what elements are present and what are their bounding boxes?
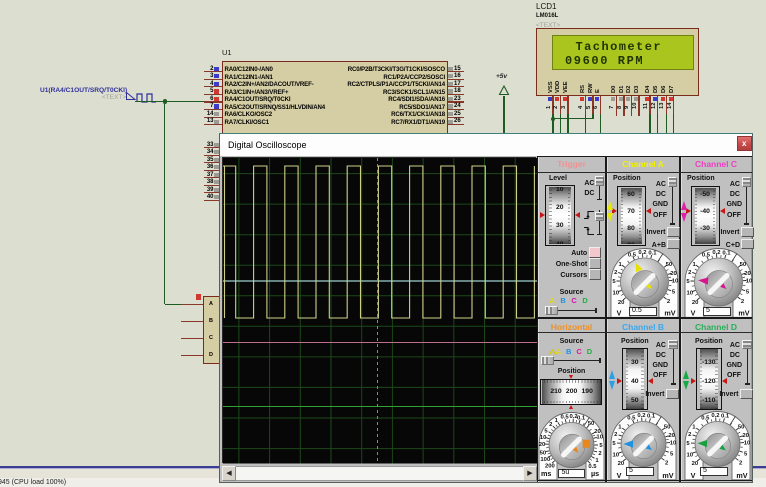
svg-text:50: 50 xyxy=(663,424,670,430)
svg-text:0.2: 0.2 xyxy=(711,413,720,419)
svg-text:10: 10 xyxy=(612,452,619,458)
svg-text:mV: mV xyxy=(664,308,675,317)
svg-text:20: 20 xyxy=(744,271,751,277)
svg-text:20: 20 xyxy=(617,461,624,467)
svg-text:50: 50 xyxy=(540,451,547,457)
svg-text:mV: mV xyxy=(738,308,749,317)
svg-text:0.5: 0.5 xyxy=(627,415,636,421)
svg-text:0.1: 0.1 xyxy=(647,414,656,420)
svg-text:mV: mV xyxy=(736,471,747,480)
svg-text:20: 20 xyxy=(668,433,675,439)
svg-text:0.2: 0.2 xyxy=(637,413,646,419)
svg-text:0.5: 0.5 xyxy=(561,414,570,420)
svg-text:10: 10 xyxy=(540,435,547,441)
svg-text:10: 10 xyxy=(743,441,750,447)
svg-text:0.1: 0.1 xyxy=(722,251,731,257)
svg-text:10: 10 xyxy=(686,452,693,458)
svg-text:V: V xyxy=(690,308,695,317)
svg-text:20: 20 xyxy=(691,461,698,467)
svg-text:0.1: 0.1 xyxy=(648,251,657,257)
svg-text:50: 50 xyxy=(588,421,595,427)
svg-text:10: 10 xyxy=(612,291,619,297)
svg-text:20: 20 xyxy=(617,300,624,306)
svg-text:0.5: 0.5 xyxy=(701,415,710,421)
svg-text:10: 10 xyxy=(686,291,693,297)
svg-text:0.5: 0.5 xyxy=(627,252,636,258)
svg-text:10: 10 xyxy=(669,441,676,447)
svg-text:50: 50 xyxy=(665,262,672,268)
svg-text:50: 50 xyxy=(737,424,744,430)
svg-text:0.2: 0.2 xyxy=(712,250,721,256)
svg-text:0.2: 0.2 xyxy=(638,250,647,256)
svg-text:V: V xyxy=(690,471,695,480)
svg-text:50: 50 xyxy=(739,262,746,268)
svg-text:20: 20 xyxy=(539,442,546,448)
svg-text:0.1: 0.1 xyxy=(721,414,730,420)
svg-text:10: 10 xyxy=(671,279,678,285)
svg-text:20: 20 xyxy=(691,300,698,306)
svg-text:100: 100 xyxy=(540,457,551,463)
svg-text:V: V xyxy=(616,471,621,480)
svg-text:0.5: 0.5 xyxy=(701,252,710,258)
svg-text:10: 10 xyxy=(596,435,603,441)
svg-text:mV: mV xyxy=(662,471,673,480)
svg-text:20: 20 xyxy=(670,271,677,277)
svg-text:20: 20 xyxy=(742,433,749,439)
svg-text:V: V xyxy=(616,308,621,317)
svg-text:10: 10 xyxy=(745,279,752,285)
svg-text:0.1: 0.1 xyxy=(577,415,586,421)
